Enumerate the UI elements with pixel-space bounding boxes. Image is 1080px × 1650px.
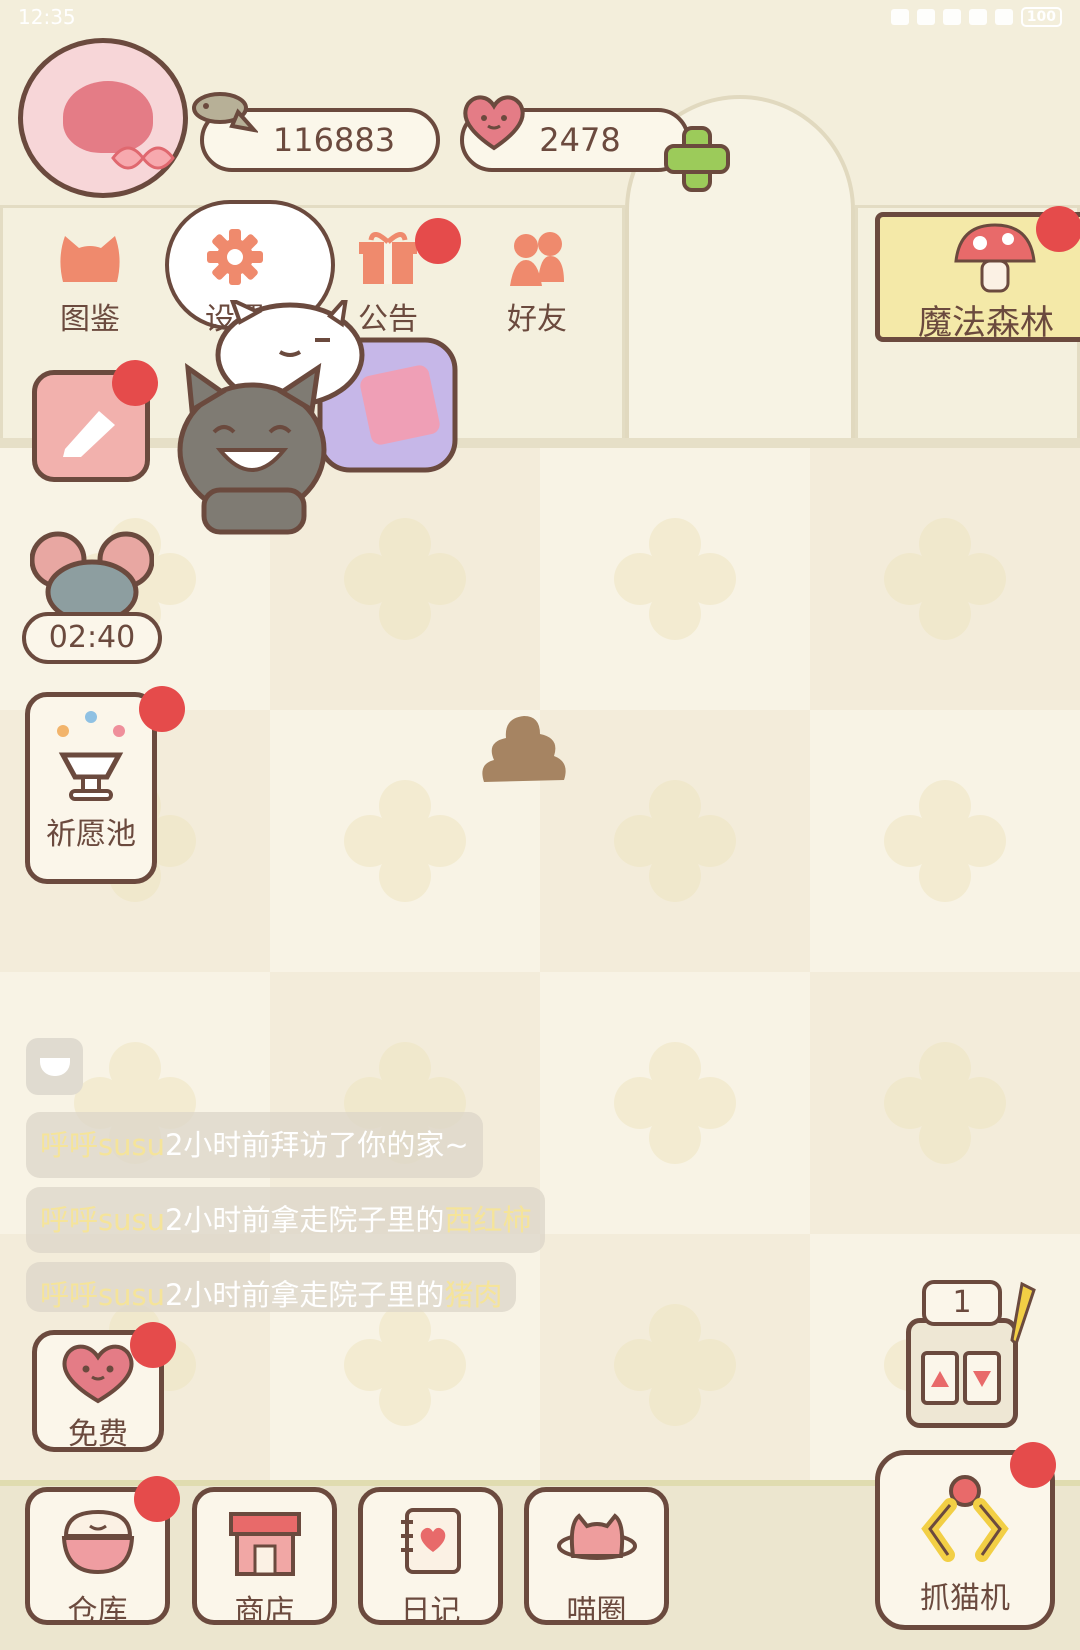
poop-icon[interactable] (478, 712, 570, 787)
wall-baseboard (0, 438, 1080, 448)
add-hearts-button[interactable] (662, 124, 730, 192)
warehouse-label: 仓库 (67, 1594, 128, 1629)
location-icon (942, 9, 961, 25)
chat-user: 呼呼susu (40, 1128, 165, 1162)
clover-icon (884, 518, 1006, 640)
chat-item: 猪肉 (444, 1278, 503, 1312)
cat-circle-label: 喵圈 (566, 1594, 627, 1629)
chat-text: 2小时前拜访了你的家~ (164, 1128, 469, 1162)
fish-icon (192, 92, 258, 133)
free-reward-label: 免费 (68, 1417, 128, 1452)
chat-toggle-button[interactable] (26, 1038, 83, 1095)
mouse-icon (30, 531, 154, 620)
mouse-timer-button[interactable]: 02:40 (22, 530, 162, 665)
cat-circle-button[interactable]: 喵圈 (524, 1487, 669, 1629)
ribbon-icon (111, 146, 175, 170)
chat-message: 呼呼susu2小时前拜访了你的家~ (26, 1112, 483, 1178)
fountain-icon (57, 711, 125, 801)
magic-forest-notification-dot (1036, 206, 1080, 252)
catch-cat-label: 抓猫机 (920, 1581, 1010, 1616)
heart-value: 2478 (539, 121, 621, 159)
eye-icon (890, 9, 909, 25)
mute-icon (968, 9, 987, 25)
diary-label: 日记 (400, 1594, 461, 1629)
bluetooth-icon (916, 9, 935, 25)
mouse-timer-value: 02:40 (22, 612, 162, 664)
shop-icon (228, 1512, 301, 1576)
slot-machine-icon (906, 1318, 1018, 1428)
free-reward-notification-dot (130, 1322, 176, 1368)
magic-forest-label: 魔法森林 (918, 303, 1054, 342)
signin-notification-dot (112, 360, 158, 406)
slot-lever-icon (1010, 1281, 1036, 1347)
clover-icon (344, 780, 466, 902)
nav-catalog-label: 图鉴 (60, 302, 120, 337)
claw-icon (921, 1475, 1009, 1562)
mushroom-icon (954, 223, 1036, 293)
shop-label: 商店 (234, 1594, 295, 1629)
fish-coin-value: 116883 (272, 121, 396, 159)
clover-icon (614, 1042, 736, 1164)
status-time: 12:35 (18, 5, 76, 29)
diary-icon (400, 1508, 461, 1574)
catch-cat-notification-dot (1010, 1442, 1056, 1488)
friends-icon (510, 232, 564, 286)
chat-item: 西红柿 (444, 1203, 532, 1237)
clover-icon (614, 780, 736, 902)
floor-tile (540, 448, 810, 710)
clover-icon (614, 518, 736, 640)
chat-text: 2小时前拿走院子里的 (164, 1278, 445, 1312)
diary-button[interactable]: 日记 (358, 1487, 503, 1629)
chat-message: 呼呼susu2小时前拿走院子里的猪肉 (26, 1262, 517, 1312)
chat-text: 2小时前拿走院子里的 (164, 1203, 445, 1237)
battery-indicator: 100 (1020, 7, 1062, 27)
warehouse-notification-dot (134, 1476, 180, 1522)
nav-friends-button[interactable]: 好友 (482, 228, 592, 338)
slot-reels-icon (921, 1351, 1001, 1405)
chat-user: 呼呼susu (40, 1203, 165, 1237)
chat-user: 呼呼susu (40, 1278, 165, 1312)
notice-notification-dot (415, 218, 461, 264)
floor-tile (810, 448, 1080, 710)
gear-icon (207, 229, 263, 285)
cat-sofa-scene[interactable] (170, 300, 460, 560)
heart-face-icon (62, 1344, 134, 1404)
nav-friends-label: 好友 (507, 302, 567, 337)
wishing-well-button[interactable]: 祈愿池 (25, 692, 157, 884)
player-avatar[interactable] (18, 38, 188, 198)
status-bar: 12:35 100 (0, 0, 1080, 34)
clover-icon (884, 780, 1006, 902)
planet-cat-icon (556, 1513, 637, 1560)
shop-button[interactable]: 商店 (192, 1487, 337, 1629)
chat-message: 呼呼susu2小时前拿走院子里的西红柿 (26, 1187, 546, 1253)
wifi-icon (994, 9, 1013, 25)
gift-icon (359, 232, 417, 284)
clover-icon (614, 1304, 736, 1426)
wishing-well-label: 祈愿池 (46, 817, 136, 852)
wishing-well-notification-dot (139, 686, 185, 732)
status-icons: 100 (890, 7, 1062, 27)
slot-machine-button[interactable]: 1 (900, 1280, 1036, 1430)
heart-icon (463, 95, 525, 151)
floor-tile (540, 1234, 810, 1496)
floor-tile (810, 972, 1080, 1234)
cat-head-icon (60, 236, 120, 282)
nav-catalog-button[interactable]: 图鉴 (35, 228, 145, 338)
floor-tile (810, 710, 1080, 972)
floor-tile (540, 972, 810, 1234)
floor-tile (540, 710, 810, 972)
clover-icon (344, 1304, 466, 1426)
clover-icon (884, 1042, 1006, 1164)
slot-machine-count: 1 (922, 1280, 1002, 1326)
rice-bowl-icon (61, 1509, 134, 1575)
calendar-icon (63, 411, 115, 457)
